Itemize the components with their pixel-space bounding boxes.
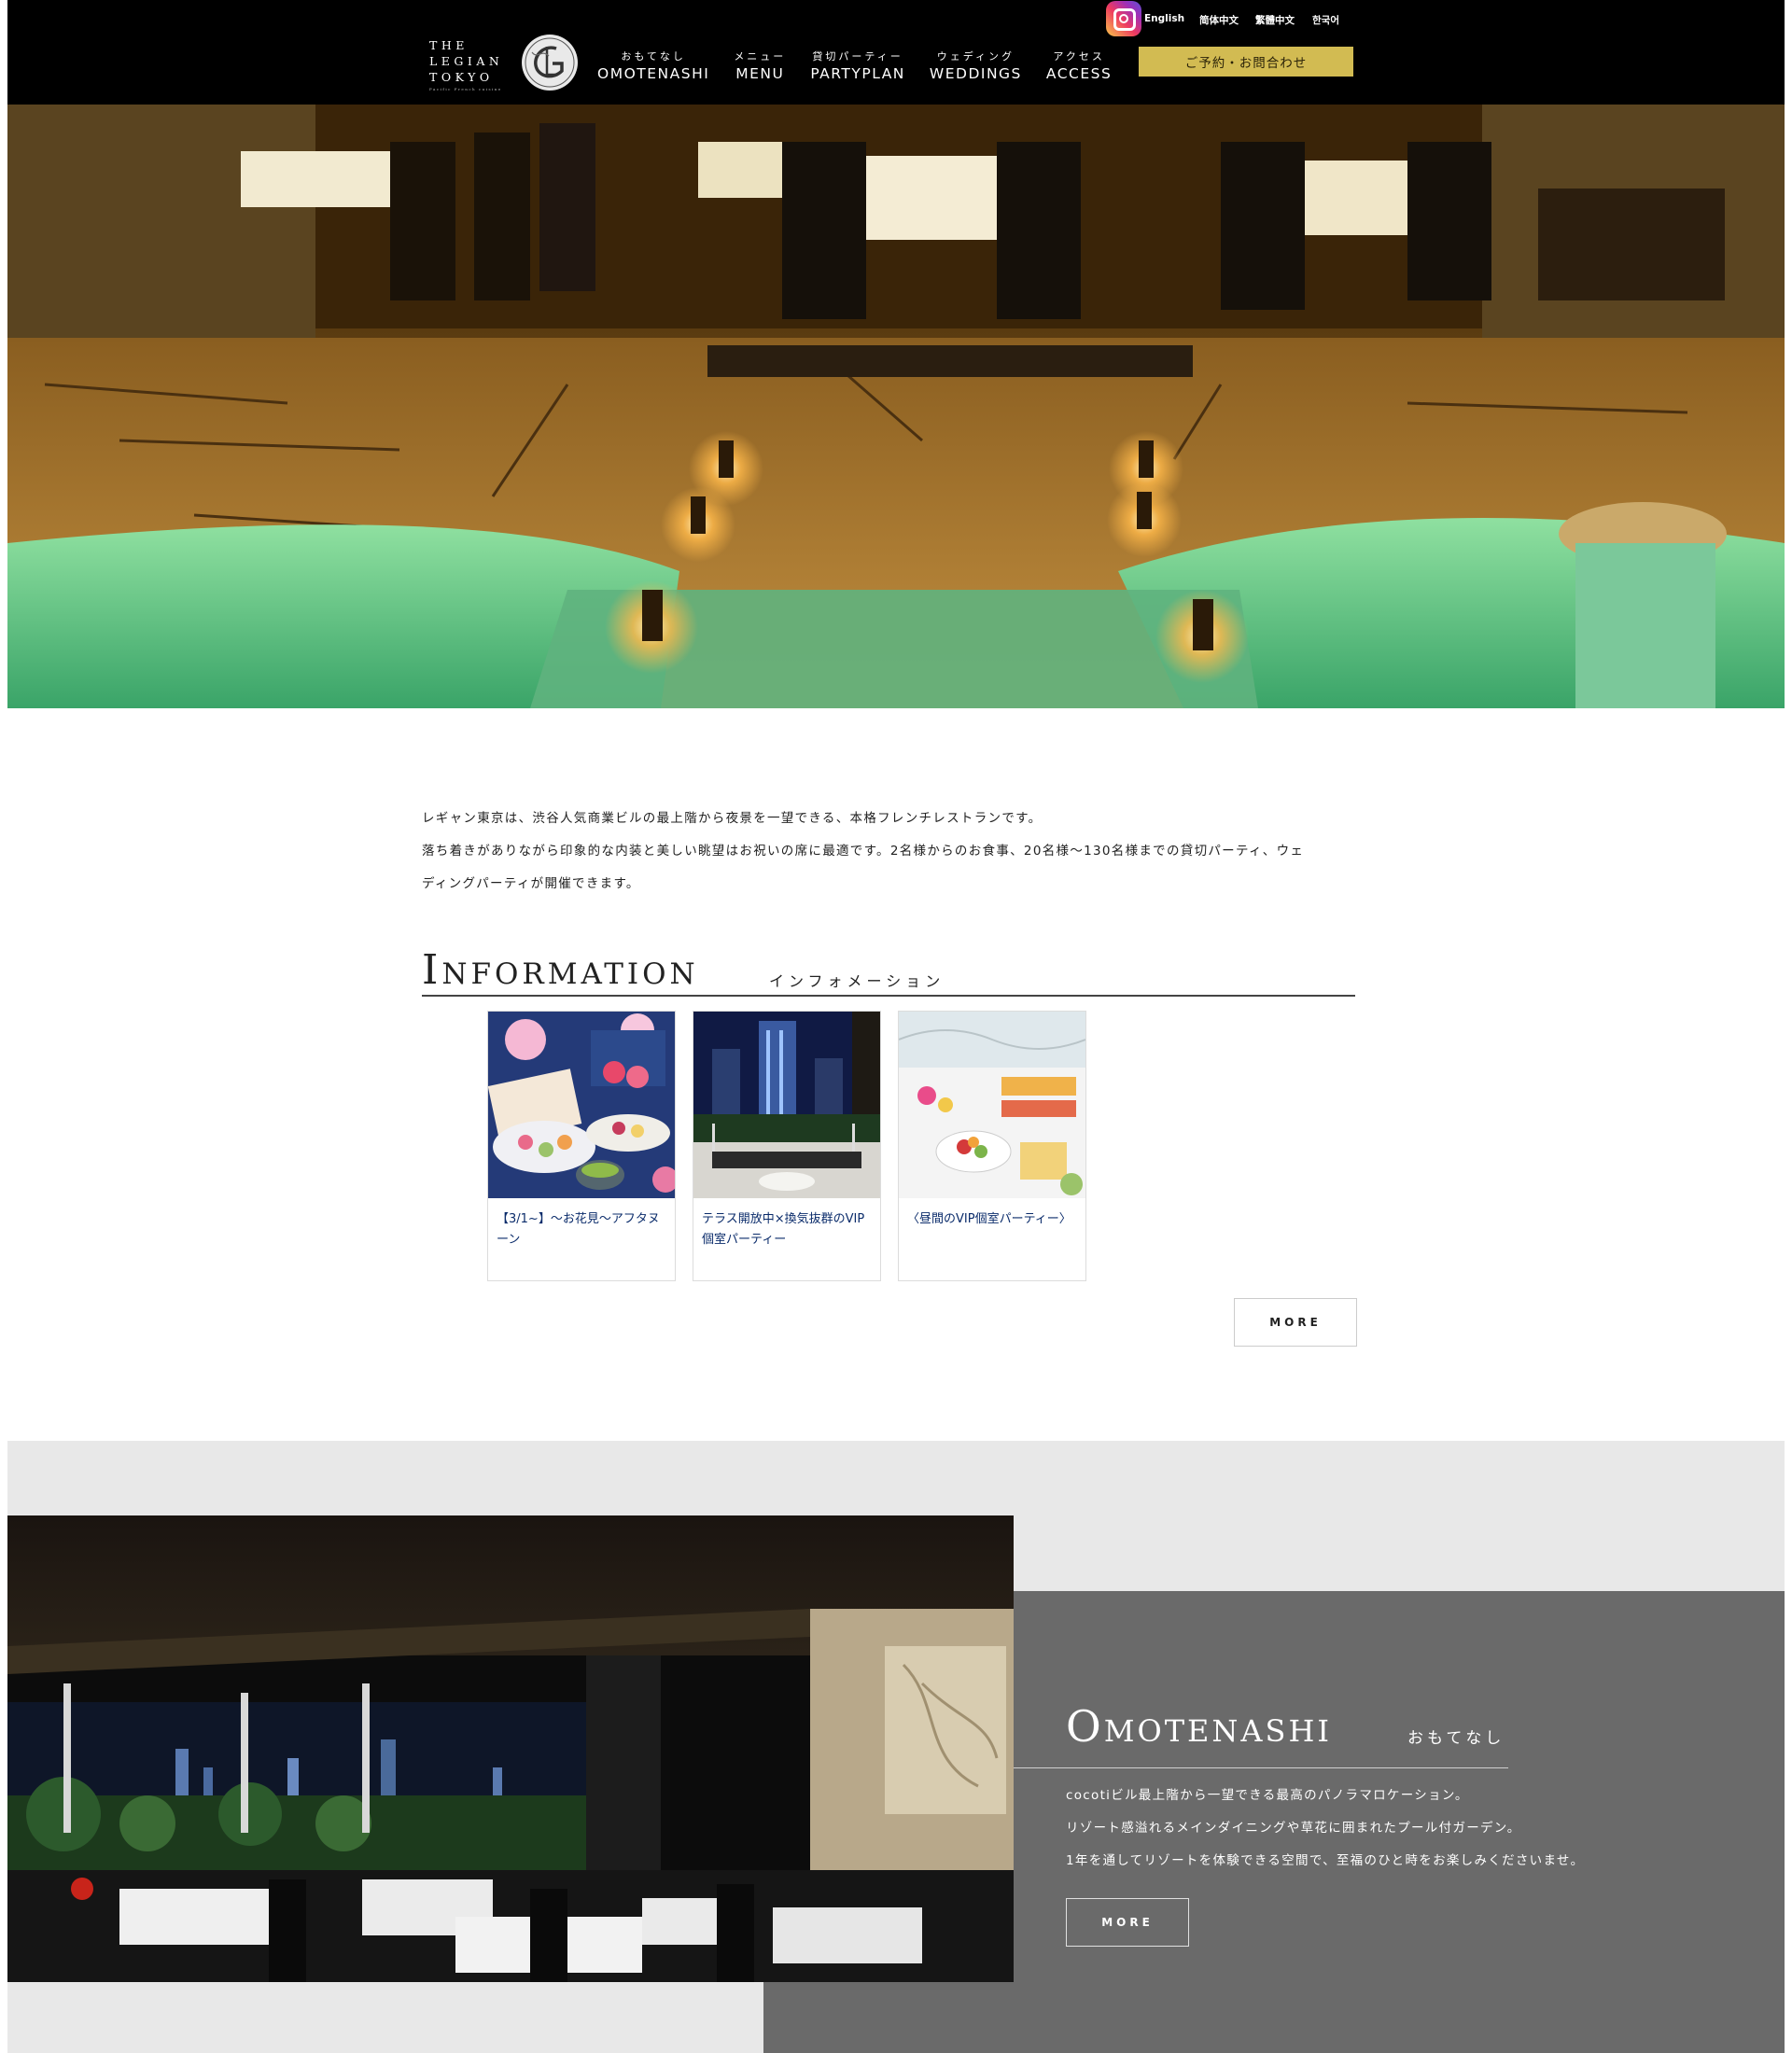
- section-title: Omotenashi: [1066, 1701, 1332, 1752]
- nav-label-jp: 貸切パーティー: [812, 50, 903, 63]
- logo-tagline: Pacific French cuisine: [429, 87, 502, 91]
- intro-line: 落ち着きがありながら印象的な内装と美しい眺望はお祝いの席に最適です。2名様からの…: [422, 844, 1305, 859]
- logo-line: LEGIAN: [429, 54, 504, 68]
- card-title: 【3/1~】〜お花見〜アフタヌーン: [497, 1212, 660, 1247]
- nav-partyplan[interactable]: 貸切パーティー PARTYPLAN: [810, 50, 905, 88]
- intro-text: レギャン東京は、渋谷人気商業ビルの最上階から夜景を一望できる、本格フレンチレスト…: [422, 803, 1355, 901]
- omotenashi-more-button[interactable]: MORE: [1066, 1898, 1189, 1947]
- lang-korean[interactable]: 한국어: [1312, 13, 1339, 27]
- nav-label-en: MENU: [735, 65, 785, 82]
- nav-label-jp: ウェディング: [936, 50, 1015, 63]
- information-more-button[interactable]: MORE: [1234, 1298, 1357, 1347]
- nav-menu[interactable]: メニュー MENU: [734, 50, 786, 88]
- section-title: Information: [422, 946, 699, 994]
- omotenashi-line: リゾート感溢れるメインダイニングや草花に囲まれたプール付ガーデン。: [1066, 1821, 1521, 1836]
- card-image: [899, 1012, 1085, 1198]
- nav-label-en: OMOTENASHI: [597, 65, 710, 82]
- site-header: THE LEGIAN TOKYO Pacific French cuisine …: [7, 0, 1785, 105]
- intro-line: ディングパーティが開催できます。: [422, 876, 640, 891]
- nav-omotenashi[interactable]: おもてなし OMOTENASHI: [597, 50, 709, 88]
- hero-illustration: [7, 105, 1785, 708]
- nav-label-en: ACCESS: [1045, 65, 1113, 82]
- lang-traditional-chinese[interactable]: 繁體中文: [1255, 13, 1295, 27]
- nav-label-jp: おもてなし: [621, 50, 686, 63]
- omotenashi-text: cocotiビル最上階から一望できる最高のパノラマロケーション。 リゾート感溢れ…: [1066, 1780, 1701, 1878]
- title-divider: [1014, 1767, 1508, 1768]
- info-card[interactable]: 【3/1~】〜お花見〜アフタヌーン: [487, 1011, 676, 1281]
- main-nav: おもてなし OMOTENASHI メニュー MENU 貸切パーティー PARTY…: [597, 50, 1136, 88]
- instagram-icon[interactable]: [1106, 1, 1141, 36]
- logo-line: TOKYO: [429, 70, 494, 84]
- card-image: [693, 1012, 880, 1198]
- lang-english[interactable]: English: [1144, 13, 1184, 24]
- logo-emblem-icon: [522, 35, 578, 91]
- information-heading: Information インフォメーション: [422, 944, 1355, 997]
- section-subtitle: おもてなし: [1407, 1729, 1505, 1748]
- nav-access[interactable]: アクセス ACCESS: [1046, 50, 1112, 88]
- lang-simplified-chinese[interactable]: 简体中文: [1199, 13, 1239, 27]
- card-title: 〈昼間のVIP個室パーティー〉: [907, 1212, 1071, 1226]
- hero-image: [7, 105, 1785, 708]
- site-logo[interactable]: THE LEGIAN TOKYO Pacific French cuisine: [429, 34, 588, 97]
- info-card[interactable]: テラス開放中×換気抜群のVIP個室パーティー: [693, 1011, 881, 1281]
- logo-wordmark: THE LEGIAN TOKYO Pacific French cuisine: [429, 37, 503, 91]
- reservation-button[interactable]: ご予約・お問合わせ: [1139, 47, 1353, 77]
- card-image: [488, 1012, 675, 1198]
- intro-line: レギャン東京は、渋谷人気商業ビルの最上階から夜景を一望できる、本格フレンチレスト…: [422, 811, 1043, 826]
- nav-label-en: PARTYPLAN: [810, 65, 905, 82]
- section-subtitle: インフォメーション: [769, 972, 945, 990]
- card-title: テラス開放中×換気抜群のVIP個室パーティー: [702, 1212, 865, 1247]
- omotenashi-line: cocotiビル最上階から一望できる最高のパノラマロケーション。: [1066, 1788, 1469, 1803]
- nav-label-jp: メニュー: [734, 50, 787, 63]
- omotenashi-image: [7, 1515, 1014, 1982]
- nav-label-en: WEDDINGS: [929, 65, 1022, 82]
- nav-weddings[interactable]: ウェディング WEDDINGS: [930, 50, 1022, 88]
- info-card[interactable]: 〈昼間のVIP個室パーティー〉: [898, 1011, 1086, 1281]
- omotenashi-line: 1年を通してリゾートを体験できる空間で、至福のひと時をお楽しみくださいませ。: [1066, 1853, 1585, 1868]
- nav-label-jp: アクセス: [1053, 50, 1105, 63]
- logo-line: THE: [429, 38, 469, 52]
